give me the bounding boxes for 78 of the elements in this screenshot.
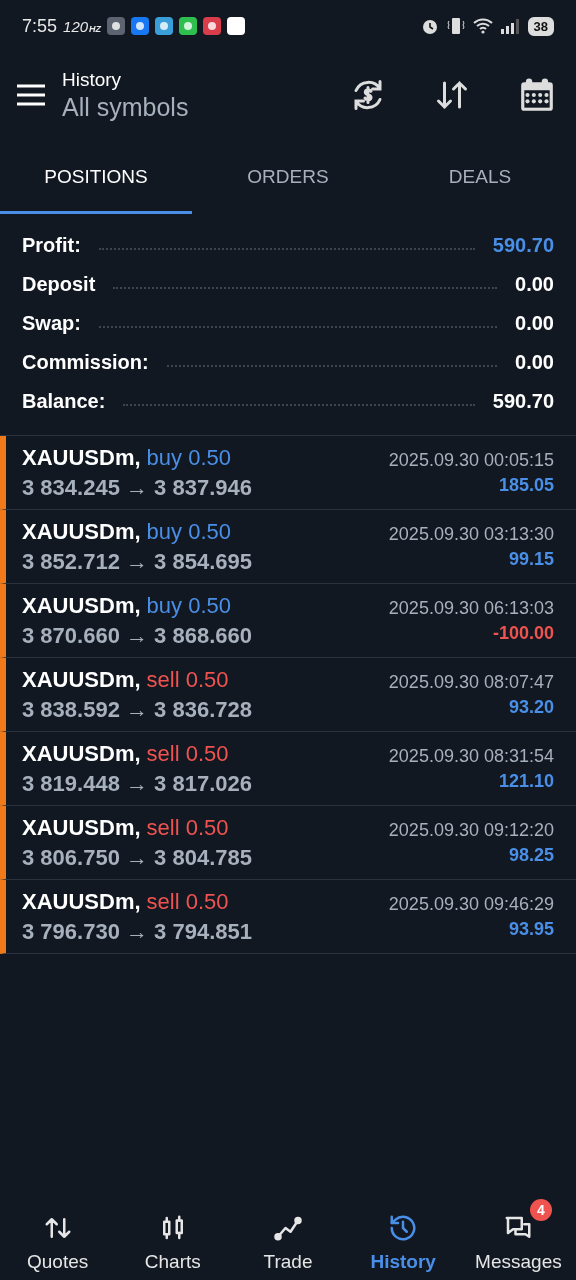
nav-tab[interactable]: Charts xyxy=(115,1199,231,1273)
history-icon xyxy=(388,1213,419,1243)
position-profit: -100.00 xyxy=(492,622,554,644)
app-notification-icon xyxy=(107,17,126,35)
position-profit: 93.20 xyxy=(508,696,554,718)
app-notification-icon xyxy=(203,17,222,35)
trade-direction: sell 0.50 xyxy=(146,814,229,840)
battery-level: 38 xyxy=(527,16,554,36)
nav-tab[interactable]: Quotes xyxy=(0,1199,116,1273)
signal-icon xyxy=(499,18,522,34)
position-time: 2025.09.30 08:07:47 xyxy=(388,671,554,693)
wifi-icon xyxy=(471,17,494,35)
open-close-prices: 3 834.245 → 3 837.946 xyxy=(22,474,253,501)
position-row[interactable]: XAUUSDm, buy 0.50 3 870.660 → 3 868.660 2025.09.30 06:13:03 -100.00 xyxy=(0,584,576,658)
trade-direction: sell 0.50 xyxy=(146,740,229,766)
position-time: 2025.09.30 08:31:54 xyxy=(388,745,554,767)
trade-direction: sell 0.50 xyxy=(146,666,229,692)
app-notification-icon xyxy=(131,17,150,35)
position-symbol: XAUUSDm, xyxy=(22,666,141,692)
position-time: 2025.09.30 09:12:20 xyxy=(388,819,554,841)
summary-value: 0.00 xyxy=(515,312,554,335)
position-symbol: XAUUSDm, xyxy=(22,518,141,544)
summary-label: Deposit xyxy=(22,273,96,296)
nav-tab[interactable]: History xyxy=(345,1199,461,1273)
position-row[interactable]: XAUUSDm, buy 0.50 3 852.712 → 3 854.695 2025.09.30 03:13:30 99.15 xyxy=(0,510,576,584)
position-symbol: XAUUSDm, xyxy=(22,740,141,766)
position-row[interactable]: XAUUSDm, sell 0.50 3 806.750 → 3 804.785 2025.09.30 09:12:20 98.25 xyxy=(0,806,576,880)
position-time: 2025.09.30 09:46:29 xyxy=(388,893,554,915)
summary-label: Profit: xyxy=(22,234,81,257)
summary-label: Swap: xyxy=(22,312,81,335)
app-notification-icon xyxy=(155,17,174,35)
position-symbol: XAUUSDm, xyxy=(22,444,141,470)
position-row[interactable]: XAUUSDm, sell 0.50 3 796.730 → 3 794.851 2025.09.30 09:46:29 93.95 xyxy=(0,880,576,954)
unread-count: 4 xyxy=(529,1199,552,1221)
trade-direction: buy 0.50 xyxy=(146,518,231,544)
nav-tab[interactable]: Trade xyxy=(230,1199,346,1273)
position-time: 2025.09.30 00:05:15 xyxy=(388,449,554,471)
refresh-unit: HZ xyxy=(89,24,102,34)
position-symbol: XAUUSDm, xyxy=(22,814,141,840)
open-close-prices: 3 838.592 → 3 836.728 xyxy=(22,696,253,723)
screen-title: History xyxy=(62,68,123,91)
app-notification-icon xyxy=(179,17,198,35)
position-row[interactable]: XAUUSDm, sell 0.50 3 819.448 → 3 817.026 2025.09.30 08:31:54 121.10 xyxy=(0,732,576,806)
open-close-prices: 3 819.448 → 3 817.026 xyxy=(22,770,253,797)
summary-value: 590.70 xyxy=(492,390,554,413)
clock-time: 7:55 xyxy=(22,15,58,37)
summary-value: 0.00 xyxy=(515,273,554,296)
nav-tab[interactable]: Messages 4 xyxy=(460,1199,576,1273)
open-close-prices: 3 796.730 → 3 794.851 xyxy=(22,918,253,945)
menu-icon[interactable] xyxy=(16,84,46,106)
position-symbol: XAUUSDm, xyxy=(22,888,141,914)
position-row[interactable]: XAUUSDm, sell 0.50 3 838.592 → 3 836.728 2025.09.30 08:07:47 93.20 xyxy=(0,658,576,732)
open-close-prices: 3 806.750 → 3 804.785 xyxy=(22,844,253,871)
position-profit: 185.05 xyxy=(498,474,554,496)
symbol-filter[interactable]: All symbols xyxy=(62,92,189,122)
summary-value: 0.00 xyxy=(515,351,554,374)
position-row[interactable]: XAUUSDm, buy 0.50 3 834.245 → 3 837.946 2025.09.30 00:05:15 185.05 xyxy=(0,436,576,510)
tab[interactable]: DEALS xyxy=(384,138,576,214)
position-time: 2025.09.30 03:13:30 xyxy=(388,523,554,545)
vibrate-icon xyxy=(445,16,466,36)
position-profit: 121.10 xyxy=(498,770,554,792)
position-symbol: XAUUSDm, xyxy=(22,592,141,618)
open-close-prices: 3 852.712 → 3 854.695 xyxy=(22,548,253,575)
trade-direction: buy 0.50 xyxy=(146,592,231,618)
position-profit: 98.25 xyxy=(508,844,554,866)
position-profit: 93.95 xyxy=(508,918,554,940)
trade-direction: buy 0.50 xyxy=(146,444,231,470)
summary-label: Balance: xyxy=(22,390,106,413)
app-notification-icon xyxy=(227,17,246,35)
refresh-rate: 120 xyxy=(63,17,89,35)
position-time: 2025.09.30 06:13:03 xyxy=(388,597,554,619)
tab[interactable]: ORDERS xyxy=(192,138,384,214)
summary-label: Commission: xyxy=(22,351,149,374)
open-close-prices: 3 870.660 → 3 868.660 xyxy=(22,622,253,649)
summary-value: 590.70 xyxy=(492,234,554,257)
trade-direction: sell 0.50 xyxy=(146,888,229,914)
tab[interactable]: POSITIONS xyxy=(0,138,192,214)
position-profit: 99.15 xyxy=(508,548,554,570)
